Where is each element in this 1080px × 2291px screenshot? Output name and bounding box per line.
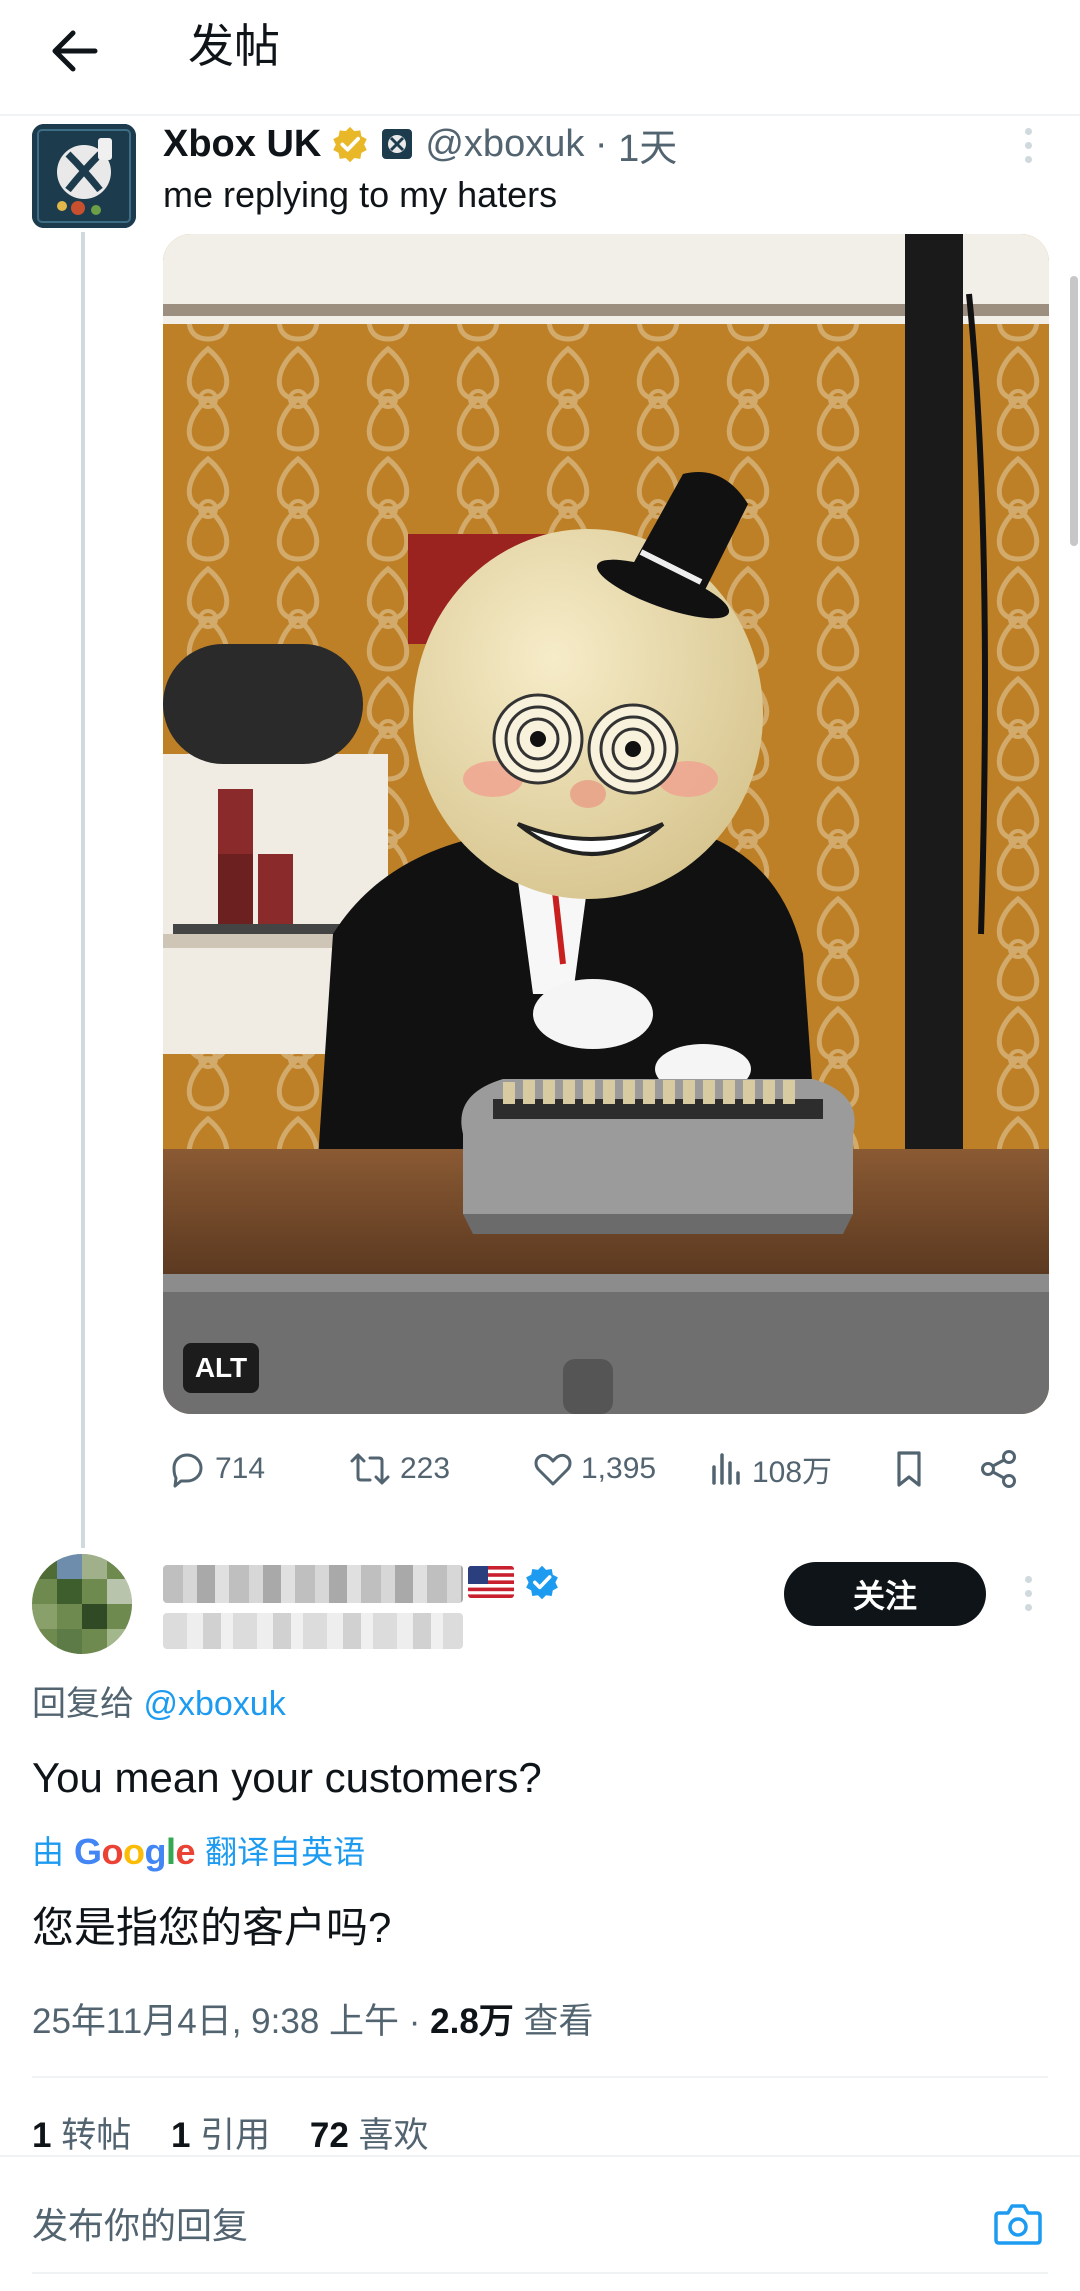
views-bar-chart-icon bbox=[712, 1453, 740, 1485]
blurred-handle bbox=[163, 1613, 463, 1649]
view-count: 108万 bbox=[752, 1456, 833, 1489]
display-name[interactable]: Xbox UK bbox=[163, 123, 321, 166]
reply-timestamp[interactable]: 25年11月4日, 9:38 上午 · bbox=[32, 2002, 430, 2041]
more-icon bbox=[1024, 127, 1032, 135]
translated-text: 您是指您的客户吗? bbox=[32, 1904, 392, 1951]
translation-attribution[interactable]: 由 Google 翻译自英语 bbox=[32, 1827, 365, 1877]
replying-to-handle-link[interactable]: @xboxuk bbox=[143, 1685, 285, 1723]
likes-stat-count: 72 bbox=[309, 2116, 349, 2155]
divider bbox=[32, 2076, 1048, 2078]
page-title: 发帖 bbox=[188, 20, 280, 72]
separator: · bbox=[584, 122, 619, 165]
translate-prefix: 由 bbox=[32, 1834, 65, 1870]
reply-meta: 25年11月4日, 9:38 上午 · 2.8万 查看 bbox=[32, 1994, 594, 2050]
reposts-stat-label: 转帖 bbox=[51, 2116, 132, 2155]
xbox-uk-avatar[interactable] bbox=[32, 124, 136, 228]
repost-action[interactable]: 223 bbox=[348, 1440, 450, 1498]
composer-underline bbox=[32, 2272, 1048, 2274]
reply-count: 714 bbox=[215, 1452, 266, 1485]
reposts-stat-count: 1 bbox=[32, 2116, 52, 2155]
repost-count: 223 bbox=[400, 1452, 451, 1485]
post-header: Xbox UK @xboxuk · 1天 bbox=[163, 116, 677, 172]
reply-input[interactable] bbox=[32, 2196, 932, 2256]
translate-suffix: 翻译自英语 bbox=[205, 1834, 366, 1870]
like-action[interactable]: 1,395 bbox=[533, 1440, 656, 1498]
reply-text: You mean your customers? bbox=[32, 1754, 542, 1801]
quotes-stat-label: 引用 bbox=[190, 2116, 271, 2155]
heart-icon bbox=[534, 1453, 572, 1486]
bookmark-icon bbox=[897, 1451, 921, 1487]
camera-icon bbox=[994, 2204, 1042, 2245]
reply-action[interactable]: 714 bbox=[167, 1440, 265, 1498]
like-count: 1,395 bbox=[581, 1452, 657, 1485]
reposts-stat[interactable]: 1 转帖 bbox=[32, 2116, 131, 2155]
blue-verified-badge-icon bbox=[526, 1565, 558, 1600]
bookmark-button[interactable] bbox=[889, 1440, 937, 1498]
views-action[interactable]: 108万 bbox=[708, 1440, 832, 1498]
likes-stat[interactable]: 72 喜欢 bbox=[310, 2116, 429, 2155]
post-actions: 714 223 1,395 108万 bbox=[163, 1440, 1043, 1498]
gold-verified-badge-icon bbox=[333, 126, 368, 163]
affiliate-badge-icon bbox=[382, 129, 413, 159]
replying-prefix: 回复给 bbox=[32, 1685, 144, 1723]
post-text: me replying to my haters bbox=[163, 174, 558, 215]
handle[interactable]: @xboxuk bbox=[425, 123, 584, 166]
follow-button[interactable]: 关注 bbox=[784, 1562, 986, 1626]
more-options-button[interactable] bbox=[1010, 122, 1046, 168]
scrollbar-thumb[interactable] bbox=[1070, 276, 1078, 546]
blurred-display-name bbox=[163, 1565, 463, 1603]
more-icon bbox=[1024, 1575, 1032, 1583]
us-flag-icon bbox=[468, 1566, 514, 1598]
top-bar bbox=[0, 0, 1080, 116]
reply-views-label: 查看 bbox=[513, 2002, 594, 2041]
post-image[interactable] bbox=[163, 234, 1049, 1414]
likes-stat-label: 喜欢 bbox=[348, 2116, 429, 2155]
share-button[interactable] bbox=[978, 1440, 1028, 1498]
quotes-stat[interactable]: 1 引用 bbox=[171, 2116, 270, 2155]
share-icon bbox=[981, 1450, 1016, 1488]
reply-icon bbox=[172, 1453, 203, 1488]
repost-icon bbox=[350, 1453, 390, 1485]
reply-avatar[interactable] bbox=[32, 1554, 132, 1654]
reply-view-count: 2.8万 bbox=[430, 2002, 514, 2041]
post-time[interactable]: 1天 bbox=[618, 117, 677, 172]
alt-text-badge[interactable]: ALT bbox=[183, 1343, 259, 1393]
replying-to: 回复给 @xboxuk bbox=[32, 1678, 286, 1730]
google-logo: Google bbox=[74, 1831, 196, 1872]
camera-button[interactable] bbox=[990, 2196, 1046, 2252]
thread-line bbox=[81, 232, 85, 1548]
reply-more-options-button[interactable] bbox=[1010, 1570, 1046, 1616]
quotes-stat-count: 1 bbox=[170, 2116, 191, 2155]
back-button[interactable] bbox=[40, 16, 110, 86]
arrow-left-icon bbox=[52, 30, 98, 72]
